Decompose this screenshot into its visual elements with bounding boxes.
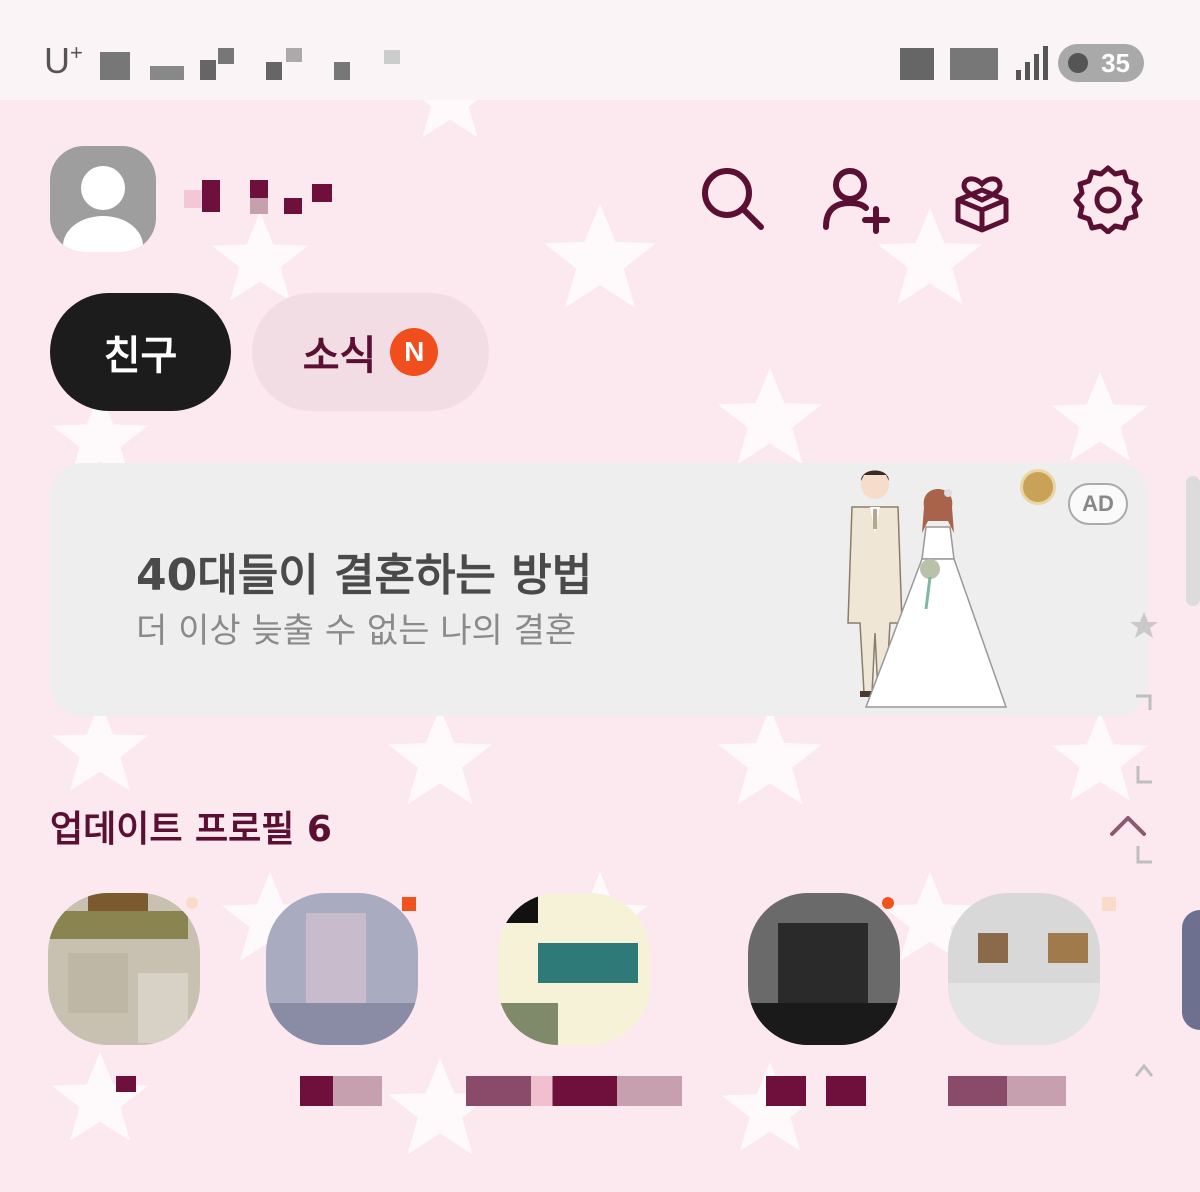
index-bar[interactable] [1124, 606, 1164, 1186]
profile-name-redacted [300, 1076, 382, 1106]
gear-icon [1073, 165, 1143, 234]
tab-news-label: 소식 [302, 333, 377, 379]
avatar[interactable] [50, 146, 156, 252]
profile-name-redacted [466, 1076, 682, 1106]
profile-name-redacted [116, 1076, 136, 1092]
new-indicator [1102, 897, 1116, 911]
new-indicator [402, 897, 416, 911]
profile-photo [48, 893, 200, 1045]
tab-news[interactable]: 소식 N [252, 293, 489, 411]
wedding-couple-illustration [847, 470, 1008, 708]
tab-friends[interactable]: 친구 [50, 293, 231, 411]
ad-banner[interactable]: 40대들이 결혼하는 방법 더 이상 늦출 수 없는 나의 결혼 AD [50, 463, 1148, 716]
profile-item[interactable] [466, 893, 682, 1106]
search-button[interactable] [696, 162, 768, 234]
profile-item[interactable] [48, 893, 200, 1092]
search-icon [702, 168, 764, 230]
profile-photo [748, 893, 900, 1045]
add-friend-button[interactable] [820, 164, 892, 236]
add-friend-icon [823, 168, 890, 234]
ad-subtitle: 더 이상 늦출 수 없는 나의 결혼 [136, 611, 577, 651]
profile-name [184, 180, 344, 220]
new-badge: N [390, 328, 439, 376]
ad-title: 40대들이 결혼하는 방법 [136, 550, 593, 601]
profile-item[interactable] [748, 893, 900, 1106]
gift-icon [955, 176, 1009, 233]
settings-button[interactable] [1072, 162, 1144, 234]
profile-name-redacted [766, 1076, 866, 1106]
new-indicator [882, 897, 894, 909]
default-avatar-icon [63, 166, 143, 252]
scrollbar[interactable] [1186, 476, 1200, 606]
updated-profiles-title: 업데이트 프로필 6 [50, 809, 332, 850]
profile-item[interactable] [266, 893, 418, 1106]
profile-item[interactable] [948, 893, 1116, 1106]
gift-button[interactable] [946, 162, 1018, 234]
profile-item-partial[interactable] [1182, 910, 1200, 1030]
profile-photo [948, 893, 1100, 1045]
new-indicator [186, 897, 198, 909]
profile-photo [266, 893, 418, 1045]
profile-photo [498, 893, 650, 1045]
ad-label[interactable]: AD [1068, 483, 1128, 525]
profile-name-redacted [948, 1076, 1066, 1106]
tab-friends-label: 친구 [103, 333, 178, 379]
